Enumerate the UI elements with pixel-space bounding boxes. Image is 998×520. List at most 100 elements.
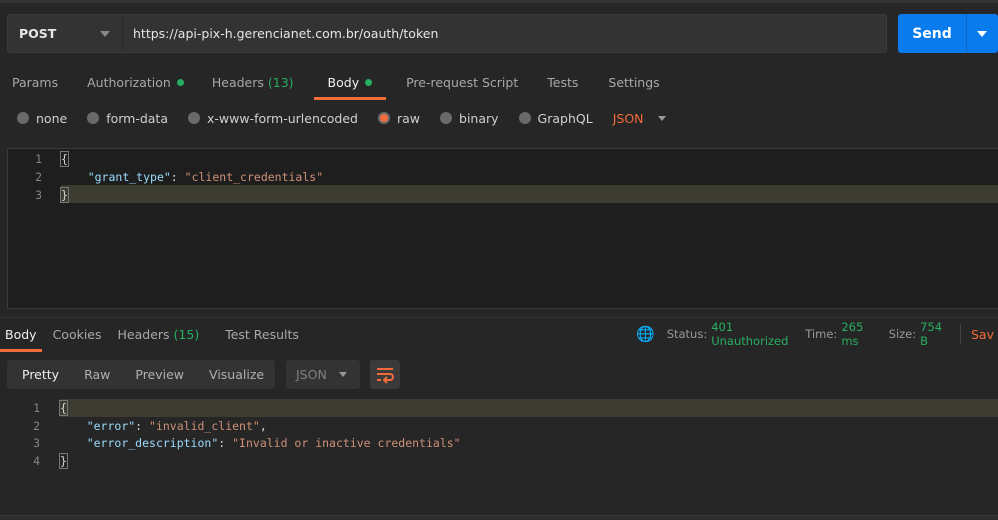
tab-label: Headers xyxy=(117,326,170,342)
code-brace: { xyxy=(59,400,68,416)
bottom-bar xyxy=(0,515,998,520)
size-value: 754 B xyxy=(920,320,943,348)
request-tabs: Params Authorization Headers (13) Body P… xyxy=(12,72,660,100)
line-number: 2 xyxy=(35,170,42,184)
view-pretty[interactable]: Pretty xyxy=(7,367,59,382)
tab-label: Body xyxy=(327,74,360,90)
chevron-down-icon xyxy=(100,31,110,37)
request-bar: POST https://api-pix-h.gerencianet.com.b… xyxy=(7,14,887,53)
url-input[interactable]: https://api-pix-h.gerencianet.com.br/oau… xyxy=(123,26,438,41)
radio-urlencoded[interactable]: x-www-form-urlencoded xyxy=(188,111,358,126)
radio-icon xyxy=(188,112,200,124)
tab-body[interactable]: Body xyxy=(313,74,387,100)
send-button[interactable]: Send xyxy=(898,14,998,53)
request-body-editor[interactable]: 1 2 3 { "grant_type": "client_credential… xyxy=(7,148,998,309)
code-brace: } xyxy=(60,187,69,203)
divider xyxy=(960,324,961,344)
send-dropdown-icon[interactable] xyxy=(966,14,998,53)
chevron-down-icon xyxy=(339,372,347,377)
response-tabs: Body Cookies Headers (15) Test Results xyxy=(0,324,299,352)
divider xyxy=(0,317,998,318)
radio-label: form-data xyxy=(106,110,168,126)
chevron-down-icon xyxy=(657,115,666,121)
tab-response-body[interactable]: Body xyxy=(0,326,42,352)
method-label: POST xyxy=(19,26,57,41)
radio-none[interactable]: none xyxy=(17,111,67,126)
body-format-select[interactable]: JSON xyxy=(613,111,666,126)
radio-form-data[interactable]: form-data xyxy=(87,111,168,126)
line-number: 1 xyxy=(33,401,40,415)
tab-label: Test Results xyxy=(225,326,299,342)
current-line-highlight xyxy=(60,399,998,417)
time-label: Time: xyxy=(805,327,838,341)
view-raw[interactable]: Raw xyxy=(69,367,110,382)
radio-graphql[interactable]: GraphQL xyxy=(518,110,593,126)
tab-response-headers[interactable]: Headers (15) xyxy=(118,327,200,342)
view-mode-selector: Pretty Raw Preview Visualize xyxy=(7,360,275,389)
json-value: "Invalid or inactive credentials" xyxy=(232,436,461,450)
line-number: 4 xyxy=(33,454,40,468)
tab-label: Tests xyxy=(547,74,579,90)
line-number: 3 xyxy=(33,436,40,450)
tab-count: (15) xyxy=(173,326,200,342)
json-key: "error" xyxy=(86,419,136,433)
code-brace: } xyxy=(59,453,68,469)
response-format-select[interactable]: JSON xyxy=(286,360,360,389)
tab-tests[interactable]: Tests xyxy=(547,75,578,90)
line-number: 1 xyxy=(35,152,42,166)
status-label: Status: xyxy=(666,327,708,341)
line-number: 2 xyxy=(33,419,40,433)
radio-icon xyxy=(87,112,100,124)
status-dot-icon xyxy=(176,78,184,86)
view-visualize[interactable]: Visualize xyxy=(194,367,264,382)
tab-label: Params xyxy=(12,74,59,90)
active-tab-underline xyxy=(0,348,42,352)
radio-icon xyxy=(440,112,453,124)
tab-label: Body xyxy=(5,326,37,342)
globe-lock-icon[interactable]: 🌐 xyxy=(636,325,655,343)
tab-label: Cookies xyxy=(52,326,102,342)
line-number: 3 xyxy=(35,188,42,202)
radio-label: none xyxy=(36,110,68,126)
json-value: "client_credentials" xyxy=(184,170,324,184)
tab-count: (13) xyxy=(267,74,294,90)
radio-label: x-www-form-urlencoded xyxy=(207,110,358,126)
status-value: 401 Unauthorized xyxy=(711,320,789,348)
tab-label: Headers xyxy=(211,74,264,90)
radio-label: GraphQL xyxy=(537,110,593,126)
tab-label: Pre-request Script xyxy=(406,74,519,90)
radio-icon xyxy=(17,112,29,124)
tab-pre-request-script[interactable]: Pre-request Script xyxy=(406,75,518,90)
json-key: "error_description" xyxy=(86,436,219,450)
radio-icon xyxy=(518,112,531,124)
tab-label: Authorization xyxy=(87,74,171,90)
response-status: 🌐 Status: 401 Unauthorized Time: 265 ms Si… xyxy=(636,320,998,348)
tab-params[interactable]: Params xyxy=(12,75,58,90)
radio-raw[interactable]: raw xyxy=(377,111,420,126)
status-dot-icon xyxy=(365,78,373,86)
radio-label: binary xyxy=(459,110,499,126)
wrap-lines-icon xyxy=(377,368,394,384)
tab-authorization[interactable]: Authorization xyxy=(87,75,184,90)
json-value: "invalid_client" xyxy=(149,419,260,433)
current-line-highlight xyxy=(61,185,998,203)
size-label: Size: xyxy=(888,327,917,341)
format-label: JSON xyxy=(612,110,644,126)
body-type-radios: none form-data x-www-form-urlencoded raw… xyxy=(17,108,686,128)
code-brace: { xyxy=(60,151,69,167)
method-select[interactable]: POST xyxy=(8,15,123,52)
save-response-button[interactable]: Sav xyxy=(971,327,994,342)
tab-settings[interactable]: Settings xyxy=(608,75,659,90)
tab-test-results[interactable]: Test Results xyxy=(225,327,299,342)
response-body-viewer[interactable]: 1 2 3 4 { "error": "invalid_client", "er… xyxy=(0,398,998,478)
tab-headers[interactable]: Headers (13) xyxy=(212,75,294,90)
view-preview[interactable]: Preview xyxy=(120,367,184,382)
tab-label: Settings xyxy=(608,74,660,90)
active-tab-underline xyxy=(313,96,387,100)
time-value: 265 ms xyxy=(841,320,864,348)
wrap-lines-button[interactable] xyxy=(370,360,400,389)
radio-binary[interactable]: binary xyxy=(440,111,499,126)
json-key: "grant_type" xyxy=(87,170,171,184)
tab-cookies[interactable]: Cookies xyxy=(53,327,102,342)
send-label: Send xyxy=(912,25,952,42)
